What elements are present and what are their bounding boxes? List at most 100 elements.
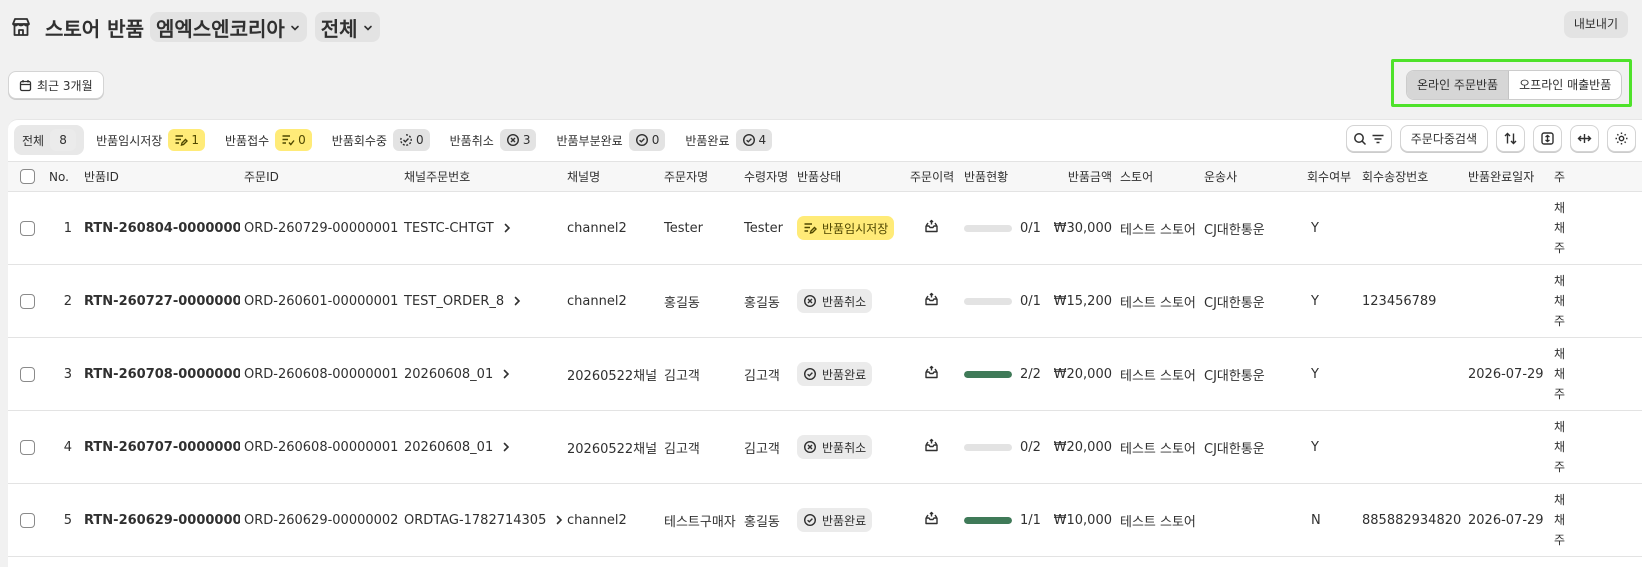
table-body: 1 RTN-260804-00000001 ORD-260729-00000001 T… [8,192,1642,557]
table-row[interactable]: 2 RTN-260727-00000001 ORD-260601-00000001 T… [8,265,1642,338]
column-header[interactable]: 회수송장번호 [1358,162,1464,192]
export-button[interactable]: 내보내기 [1563,11,1628,38]
carrier-name-cell: CJ대한통운 [1204,368,1265,384]
settings-button[interactable] [1607,125,1636,152]
highlight-box: 온라인 주문반품 오프라인 매출반품 [1391,59,1632,107]
multi-order-search-button[interactable]: 주문다중검색 [1399,125,1488,152]
column-header[interactable]: 반품상태 [793,162,906,192]
channel-order-link[interactable]: 20260608_01 [404,367,511,382]
column-header[interactable]: 주문ID [240,162,400,192]
top-bar: 스토어 반품 엠엑스엔코리아 전체 내보내기 [0,0,1642,56]
table-row[interactable]: 3 RTN-260708-00000001 ORD-260608-00000001 2… [8,338,1642,411]
filter-count: 0 [416,133,424,147]
row-height-button[interactable] [1533,125,1562,152]
scope-select-value: 전체 [320,16,358,41]
date-filter-button[interactable]: 최근 3개월 [8,71,104,99]
receiver-name-cell: 김고객 [744,441,780,457]
column-header[interactable]: No. [45,162,80,192]
table-header-row: No. 반품ID 주문ID 채널주문번호 채널명 주문자명 수령자명 반품상태 주문이력 반품현황… [8,161,1642,192]
column-width-button[interactable] [1570,125,1599,152]
gear-icon [1615,132,1628,145]
filter-tab[interactable]: 반품회수중 0 [324,125,438,155]
order-history-icon[interactable] [924,511,939,526]
last-column-cell: 채채주 [1550,484,1642,557]
column-header[interactable]: 반품금액 [1046,162,1116,192]
row-checkbox[interactable] [20,439,35,455]
filter-tab[interactable]: 전체 8 [14,125,85,155]
filter-tab[interactable]: 반품취소 3 [442,125,545,155]
order-id-cell: ORD-260629-00000002 [244,512,399,528]
channel-order-number-cell[interactable]: 20260608_01 [400,338,563,411]
return-status-cell: 반품취소 [793,265,906,338]
channel-order-link[interactable]: ORDTAG-1782714305 [404,513,563,528]
filter-tab[interactable]: 반품임시저장 1 [88,125,213,155]
channel-order-number-cell[interactable]: TESTC-CHTGT [400,192,563,265]
scope-select[interactable]: 전체 [314,12,380,42]
row-number-cell: 5 [63,512,72,528]
order-history-cell[interactable] [906,192,960,265]
table-row[interactable]: 5 RTN-260629-00000001 ORD-260629-00000002 O… [8,484,1642,557]
order-history-icon[interactable] [924,438,939,453]
progress-text: 2/2 [1020,366,1041,382]
order-history-icon[interactable] [924,219,939,234]
column-header[interactable]: 수령자명 [740,162,793,192]
column-header[interactable]: 반품완료일자 [1464,162,1550,192]
filter-tab[interactable]: 반품접수 0 [217,125,320,155]
status-badge-label: 반품취소 [822,294,867,309]
order-history-cell[interactable] [906,484,960,557]
filter-count: 8 [59,133,67,147]
order-history-icon[interactable] [924,365,939,380]
filter-tab[interactable]: 반품부분완료 0 [548,125,673,155]
channel-order-number-cell[interactable]: TEST_ORDER_8 [400,265,563,338]
table-row[interactable]: 4 RTN-260707-00000004 ORD-260608-00000001 2… [8,411,1642,484]
last-column-cell: 채채주 [1550,265,1642,338]
segment-online[interactable]: 온라인 주문반품 [1407,71,1510,99]
row-checkbox[interactable] [20,220,35,236]
channel-order-link[interactable]: TEST_ORDER_8 [404,294,522,309]
channel-order-link[interactable]: TESTC-CHTGT [404,221,512,236]
receiver-name-cell: 홍길동 [744,295,780,311]
column-header[interactable]: 반품ID [80,162,240,192]
column-header[interactable]: 채널명 [563,162,660,192]
return-status-cell: 반품완료 [793,484,906,557]
carrier-name-cell: CJ대한통운 [1204,441,1265,457]
order-history-cell[interactable] [906,338,960,411]
order-history-icon[interactable] [924,292,939,307]
column-header[interactable]: 운송사 [1200,162,1303,192]
return-progress-cell: 1/1 [960,484,1046,557]
segment-offline[interactable]: 오프라인 매출반품 [1509,71,1621,99]
order-history-cell[interactable] [906,411,960,484]
store-select[interactable]: 엠엑스엔코리아 [149,12,307,42]
order-id-cell: ORD-260729-00000001 [244,220,399,236]
channel-order-text: TEST_ORDER_8 [404,293,505,309]
filter-tab[interactable]: 반품완료 4 [677,125,780,155]
channel-order-text: TESTC-CHTGT [404,220,494,236]
channel-order-number-cell[interactable]: ORDTAG-1782714305 [400,484,563,557]
return-amount-cell: ₩10,000 [1053,512,1112,528]
column-header[interactable]: 주 [1550,162,1642,192]
channel-name-cell: channel2 [567,512,627,528]
calendar-icon [19,79,32,91]
column-header[interactable]: 스토어 [1116,162,1200,192]
row-checkbox[interactable] [20,293,35,309]
row-checkbox[interactable] [20,512,35,528]
filter-count: 0 [298,133,306,147]
row-checkbox[interactable] [20,366,35,382]
column-header[interactable]: 주문자명 [660,162,740,192]
column-header[interactable]: 주문이력 [906,162,960,192]
order-history-cell[interactable] [906,265,960,338]
channel-order-number-cell[interactable]: 20260608_01 [400,411,563,484]
column-header[interactable]: 채널주문번호 [400,162,563,192]
x-circle-icon [803,440,817,454]
select-all-checkbox[interactable] [20,169,35,184]
orderer-name-cell: 테스트구매자 [664,514,736,530]
order-id-cell: ORD-260608-00000001 [244,366,399,382]
sort-button[interactable] [1496,125,1525,152]
column-header[interactable]: 회수여부 [1303,162,1358,192]
table-row[interactable]: 1 RTN-260804-00000001 ORD-260729-00000001 T… [8,192,1642,265]
column-header[interactable]: 반품현황 [960,162,1046,192]
last-column-line: 주 [1554,314,1566,328]
check-circle-icon [742,133,756,147]
search-filter-button[interactable] [1345,125,1392,152]
channel-order-link[interactable]: 20260608_01 [404,440,511,455]
